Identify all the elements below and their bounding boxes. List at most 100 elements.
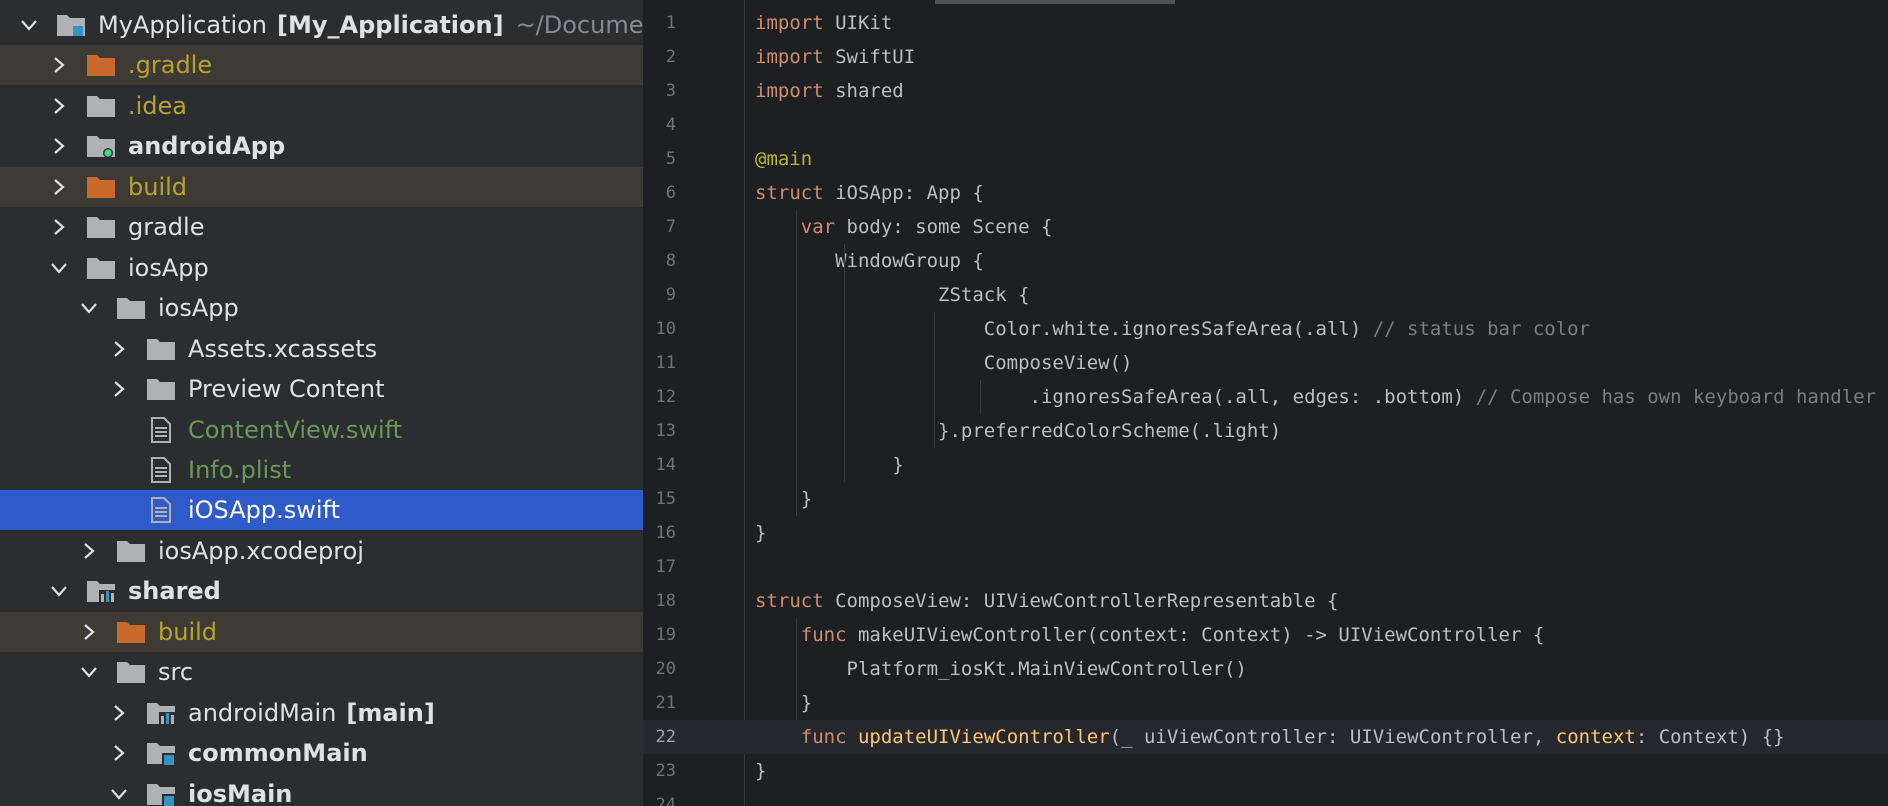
chevron-right-icon[interactable] — [50, 212, 68, 242]
code-line[interactable]: 19 func makeUIViewController(context: Co… — [643, 618, 1888, 652]
chevron-right-icon[interactable] — [80, 536, 98, 566]
chevron-down-icon[interactable] — [50, 576, 68, 606]
code-line[interactable]: 15 } — [643, 482, 1888, 516]
code-line[interactable]: 8 WindowGroup { — [643, 244, 1888, 278]
line-number: 23 — [655, 761, 676, 781]
code-text: struct ComposeView: UIViewControllerRepr… — [755, 590, 1338, 612]
chevron-right-icon[interactable] — [110, 738, 128, 768]
line-number: 6 — [665, 183, 676, 203]
tree-row[interactable]: Preview Content — [0, 369, 643, 409]
chevron-right-icon[interactable] — [50, 172, 68, 202]
tree-row[interactable]: MyApplication [My_Application] ~/Documents — [0, 5, 643, 45]
chevron-down-icon[interactable] — [80, 657, 98, 687]
code-token: WindowGroup { — [755, 250, 984, 272]
code-line[interactable]: 13 }.preferredColorScheme(.light) — [643, 414, 1888, 448]
line-number: 4 — [665, 115, 676, 135]
tree-row[interactable]: build — [0, 166, 643, 207]
chevron-down-icon[interactable] — [20, 10, 38, 40]
code-line[interactable]: 14 } — [643, 448, 1888, 482]
tree-row[interactable]: .idea — [0, 86, 643, 126]
tree-row[interactable]: Assets.xcassets — [0, 329, 643, 369]
code-line[interactable]: 23} — [643, 754, 1888, 788]
tree-row[interactable]: commonMain — [0, 733, 643, 773]
tree-row[interactable]: androidMain [main] — [0, 693, 643, 733]
code-line[interactable]: 21 } — [643, 686, 1888, 720]
tree-row[interactable]: build — [0, 611, 643, 652]
tree-item-label: Info.plist — [188, 455, 292, 484]
tree-row[interactable]: iosApp — [0, 248, 643, 288]
code-line[interactable]: 9 ZStack { — [643, 278, 1888, 312]
tree-row[interactable]: androidApp — [0, 126, 643, 166]
tree-row[interactable]: iosMain — [0, 774, 643, 806]
chevron-down-icon[interactable] — [80, 293, 98, 323]
line-number: 20 — [655, 659, 676, 679]
horizontal-scrollbar[interactable] — [935, 0, 1175, 4]
file-icon — [146, 456, 176, 483]
code-line[interactable]: 17 — [643, 550, 1888, 584]
code-token: makeUIViewController(context: Context) -… — [846, 624, 1545, 646]
chevron-right-icon[interactable] — [50, 91, 68, 121]
code-token: Platform_iosKt.MainViewController() — [755, 658, 1247, 680]
code-line[interactable]: 1 import UIKit — [643, 6, 1888, 40]
code-editor[interactable]: 1 import UIKit 2 import SwiftUI 3 import shar… — [643, 0, 1888, 806]
code-token: import — [755, 80, 824, 102]
folder-icon — [116, 659, 146, 685]
folder-icon — [116, 295, 146, 321]
chevron-right-icon[interactable] — [110, 334, 128, 364]
code-line[interactable]: 16} — [643, 516, 1888, 550]
code-token: shared — [823, 80, 904, 102]
code-text: import UIKit — [755, 12, 892, 34]
code-line[interactable]: 18 struct ComposeView: UIViewControllerRe… — [643, 584, 1888, 618]
code-line[interactable]: 20 Platform_iosKt.MainViewController() — [643, 652, 1888, 686]
line-number: 10 — [655, 319, 676, 339]
excluded-folder-icon — [86, 52, 116, 78]
project-tool-window[interactable]: MyApplication [My_Application] ~/Documents… — [0, 0, 643, 806]
library-module-icon — [146, 700, 176, 726]
tree-row[interactable]: iOSApp.swift — [0, 490, 643, 531]
code-line[interactable]: 22 func updateUIViewController(_ uiViewC… — [643, 720, 1888, 754]
line-number: 21 — [655, 693, 676, 713]
code-token: ComposeView() — [755, 352, 1133, 374]
code-token: func — [800, 726, 847, 748]
tree-row[interactable]: iosApp.xcodeproj — [0, 531, 643, 571]
folder-icon — [116, 538, 146, 564]
chevron-down-icon[interactable] — [110, 779, 128, 806]
code-line[interactable]: 4 — [643, 108, 1888, 142]
code-line[interactable]: 7 var body: some Scene { — [643, 210, 1888, 244]
tree-row[interactable]: shared — [0, 571, 643, 611]
code-line[interactable]: 12 .ignoresSafeArea(.all, edges: .bottom… — [643, 380, 1888, 414]
tree-item-label: .gradle — [128, 51, 213, 80]
chevron-right-icon[interactable] — [110, 374, 128, 404]
code-line[interactable]: 6 struct iOSApp: App { — [643, 176, 1888, 210]
tree-row[interactable]: gradle — [0, 207, 643, 247]
tree-row[interactable]: src — [0, 652, 643, 692]
code-text: } — [755, 488, 812, 510]
chevron-right-icon[interactable] — [50, 50, 68, 80]
code-line[interactable]: 2 import SwiftUI — [643, 40, 1888, 74]
folder-icon — [86, 214, 116, 240]
tree-row[interactable]: Info.plist — [0, 450, 643, 490]
code-line[interactable]: 3 import shared — [643, 74, 1888, 108]
code-line[interactable]: 11 ComposeView() — [643, 346, 1888, 380]
chevron-down-icon[interactable] — [50, 253, 68, 283]
tree-item-label: androidMain — [188, 698, 337, 727]
code-line[interactable]: 10 Color.white.ignoresSafeArea(.all) // … — [643, 312, 1888, 346]
indent-guide — [980, 380, 981, 414]
code-line[interactable]: 5 @main — [643, 142, 1888, 176]
chevron-right-icon[interactable] — [50, 131, 68, 161]
line-number: 1 — [665, 13, 676, 33]
folder-icon — [86, 255, 116, 281]
tree-item-label: iosApp — [158, 294, 239, 323]
tree-row[interactable]: ContentView.swift — [0, 410, 643, 450]
chevron-right-icon[interactable] — [80, 617, 98, 647]
code-token: : Context) {} — [1635, 726, 1785, 748]
excluded-folder-icon — [116, 619, 146, 645]
tree-item-label: androidApp — [128, 132, 286, 161]
chevron-right-icon[interactable] — [110, 698, 128, 728]
tree-row[interactable]: iosApp — [0, 288, 643, 328]
code-line[interactable]: 24 — [643, 788, 1888, 806]
android-module-icon — [86, 133, 116, 159]
tree-row[interactable]: .gradle — [0, 45, 643, 86]
